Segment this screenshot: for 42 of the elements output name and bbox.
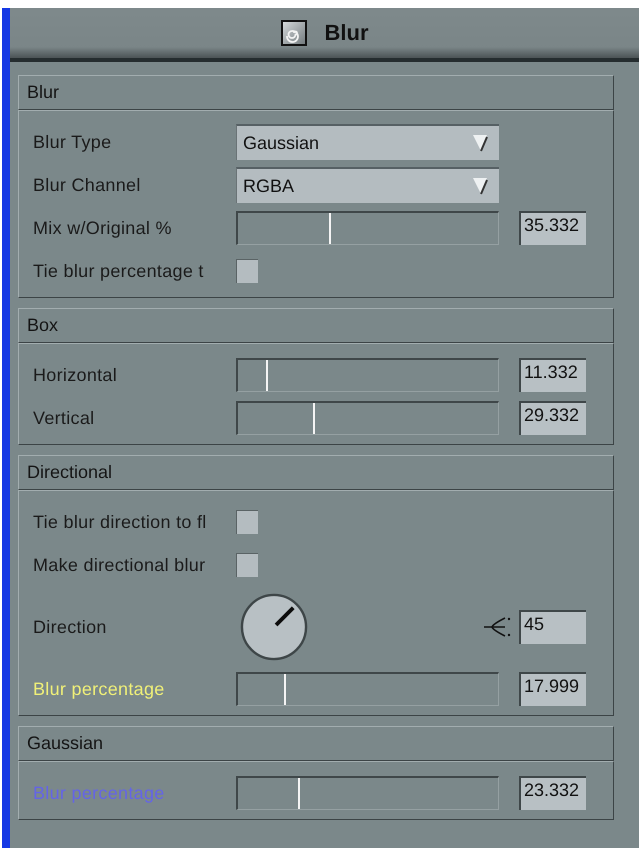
slider-thumb[interactable] — [328, 213, 331, 244]
value-field[interactable]: 35.332 — [519, 211, 586, 245]
dropdown[interactable]: RGBA — [236, 167, 499, 203]
value-field[interactable]: 11.332 — [519, 358, 586, 392]
checkbox[interactable] — [236, 553, 258, 577]
window-title: Blur — [324, 20, 368, 46]
spiral-icon — [280, 20, 306, 46]
row-label: Make directional blur — [33, 554, 206, 576]
caret-icon — [473, 134, 489, 152]
slider-track[interactable] — [236, 776, 499, 810]
value-field[interactable]: 23.332 — [519, 776, 586, 810]
row-label: Tie blur direction to fl — [33, 512, 208, 532]
row-label: Direction — [33, 616, 108, 638]
section-header: Directional — [18, 455, 614, 490]
slider-thumb[interactable] — [298, 778, 300, 809]
slider-thumb[interactable] — [266, 360, 268, 391]
row-label: Tie blur percentage t — [33, 260, 205, 282]
caret-icon — [473, 177, 489, 195]
row-label: Vertical — [33, 408, 96, 428]
checkbox[interactable] — [236, 259, 258, 283]
angle-icon — [483, 616, 511, 638]
slider-track[interactable] — [236, 672, 499, 706]
value-field[interactable]: 29.332 — [519, 401, 586, 435]
row-label: Blur Channel — [33, 174, 142, 196]
slider-thumb[interactable] — [284, 674, 286, 705]
slider-track[interactable] — [236, 358, 499, 392]
value-field[interactable]: 17.999 — [519, 672, 586, 706]
section-header: Gaussian — [18, 726, 614, 761]
slider-thumb[interactable] — [313, 403, 316, 434]
row-label: Mix w/Original % — [33, 218, 173, 238]
row-label: Blur percentage — [33, 678, 166, 700]
section-header: Box — [18, 308, 614, 343]
row-label: Blur percentage — [33, 782, 166, 804]
slider-track[interactable] — [236, 401, 499, 435]
dropdown[interactable]: Gaussian — [236, 124, 499, 160]
row-label: Blur Type — [33, 132, 112, 152]
row-label: Horizontal — [33, 364, 118, 386]
section-header: Blur — [18, 75, 614, 110]
slider-track[interactable] — [236, 211, 499, 245]
value-field[interactable]: 45 — [519, 610, 586, 644]
checkbox[interactable] — [236, 510, 258, 534]
direction-dial[interactable] — [240, 593, 308, 661]
